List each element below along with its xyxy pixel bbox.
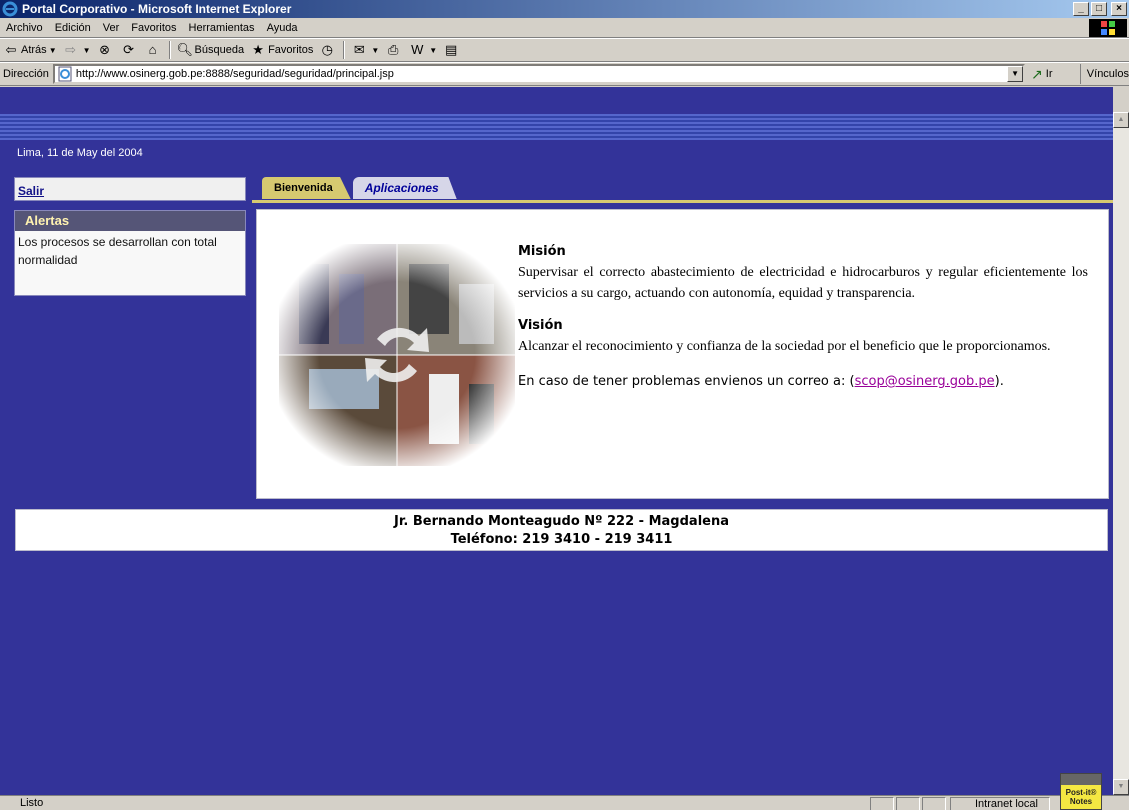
contact-suffix: ). xyxy=(994,374,1004,389)
vertical-scrollbar[interactable]: ▲ ▼ xyxy=(1113,112,1129,795)
address-input[interactable]: http://www.osinerg.gob.pe:8888/seguridad… xyxy=(52,64,1026,84)
back-button[interactable]: ⇦ Atrás ▼ xyxy=(0,39,60,61)
print-button[interactable]: ⎙ xyxy=(382,39,406,61)
window-title-bar: Portal Corporativo - Microsoft Internet … xyxy=(0,0,1129,18)
browser-toolbar: ⇦ Atrás ▼ ⇨ ▼ ⊗ ⟳ ⌂ 🔍︎ Búsqueda ★ Favori… xyxy=(0,38,1129,62)
zone-label: Intranet local xyxy=(975,798,1038,810)
tab-aplicaciones[interactable]: Aplicaciones xyxy=(352,177,457,199)
go-label: Ir xyxy=(1045,68,1053,80)
collage-photo xyxy=(279,244,515,466)
alerts-text: Los procesos se desarrollan con total no… xyxy=(18,235,217,267)
mission-title: Misión xyxy=(518,244,566,259)
toolbar-separator xyxy=(343,41,346,59)
footer-phone: Teléfono: 219 3410 - 219 3411 xyxy=(450,532,673,547)
status-pane xyxy=(922,797,946,810)
links-button[interactable]: Vínculos » xyxy=(1079,64,1129,100)
mail-icon: ✉ xyxy=(353,42,365,57)
contact-line: En caso de tener problemas envienos un c… xyxy=(518,371,1088,392)
favorites-button[interactable]: ★ Favoritos xyxy=(247,39,316,61)
security-zone: Intranet local xyxy=(950,797,1050,810)
tab-underline xyxy=(252,200,1113,203)
scroll-up-button[interactable]: ▲ xyxy=(1113,112,1129,128)
word-icon: W xyxy=(411,42,424,57)
postit-label: Post-it® Notes xyxy=(1065,788,1097,806)
welcome-panel: Misión Supervisar el correcto abastecimi… xyxy=(256,209,1109,499)
toolbar-separator xyxy=(168,41,171,59)
refresh-button[interactable]: ⟳ xyxy=(118,39,142,61)
date-text: Lima, 11 de May del 2004 xyxy=(17,147,143,159)
menu-archivo[interactable]: Archivo xyxy=(0,22,49,34)
status-pane xyxy=(870,797,894,810)
home-icon: ⌂ xyxy=(148,42,157,57)
back-label: Atrás xyxy=(21,44,47,56)
chevron-down-icon: ▼ xyxy=(371,45,380,55)
search-button[interactable]: 🔍︎ Búsqueda xyxy=(174,39,248,61)
minimize-button[interactable]: _ xyxy=(1073,2,1089,16)
ie-logo-icon xyxy=(2,1,18,17)
postit-notes-icon[interactable]: Post-it® Notes xyxy=(1060,773,1102,810)
status-text: Listo xyxy=(20,797,44,809)
links-label: Vínculos xyxy=(1086,68,1129,80)
search-label: Búsqueda xyxy=(194,44,245,56)
vision-text: Alcanzar el reconocimiento y confianza d… xyxy=(518,339,1051,354)
maximize-button[interactable]: □ xyxy=(1091,2,1107,16)
chevron-down-icon: ▼ xyxy=(48,45,57,55)
print-icon: ⎙ xyxy=(388,42,399,57)
forward-arrow-icon: ⇨ xyxy=(65,42,77,57)
alerts-panel: Alertas Los procesos se desarrollan con … xyxy=(14,210,246,296)
stop-button[interactable]: ⊗ xyxy=(94,39,118,61)
tab-bar: Bienvenida Aplicaciones xyxy=(262,177,459,201)
menu-ayuda[interactable]: Ayuda xyxy=(261,22,304,34)
scroll-down-button[interactable]: ▼ xyxy=(1113,779,1129,795)
forward-button[interactable]: ⇨ ▼ xyxy=(60,39,94,61)
favorites-icon: ★ xyxy=(252,42,264,57)
page-icon xyxy=(58,66,72,82)
refresh-icon: ⟳ xyxy=(123,42,134,57)
menu-bar: Archivo Edición Ver Favoritos Herramient… xyxy=(0,18,1129,38)
contact-prefix: En caso de tener problemas envienos un c… xyxy=(518,374,855,389)
windows-logo-icon xyxy=(1089,19,1127,37)
document-icon: ▤ xyxy=(445,42,458,57)
chevron-down-icon: ▼ xyxy=(429,45,438,55)
home-button[interactable]: ⌂ xyxy=(142,39,166,61)
edit-button[interactable]: W ▼ xyxy=(406,39,440,61)
footer-address: Jr. Bernando Monteagudo Nº 222 - Magdale… xyxy=(393,514,729,529)
mission-text: Supervisar el correcto abastecimiento de… xyxy=(518,265,1088,301)
address-url: http://www.osinerg.gob.pe:8888/seguridad… xyxy=(75,68,394,80)
status-pane xyxy=(896,797,920,810)
contact-email-link[interactable]: scop@osinerg.gob.pe xyxy=(855,374,995,389)
logout-box: Salir xyxy=(14,177,246,201)
page-content: Lima, 11 de May del 2004 Salir Alertas L… xyxy=(0,87,1113,795)
menu-favoritos[interactable]: Favoritos xyxy=(125,22,182,34)
back-arrow-icon: ⇦ xyxy=(5,42,17,57)
stop-icon: ⊗ xyxy=(99,42,110,57)
address-dropdown-button[interactable]: ▼ xyxy=(1007,66,1024,82)
search-icon: 🔍︎ xyxy=(176,42,194,57)
postit-top xyxy=(1061,774,1101,785)
go-button[interactable]: ↗ Ir xyxy=(1025,66,1080,83)
status-bar: Listo Intranet local xyxy=(0,795,1129,810)
close-button[interactable]: × xyxy=(1111,2,1127,16)
history-button[interactable]: ◷ xyxy=(316,39,340,61)
address-label: Dirección xyxy=(3,68,49,80)
history-icon: ◷ xyxy=(321,42,333,57)
tab-bienvenida[interactable]: Bienvenida xyxy=(262,177,351,199)
vision-title: Visión xyxy=(518,318,563,333)
discuss-button[interactable]: ▤ xyxy=(440,39,464,61)
address-bar: Dirección http://www.osinerg.gob.pe:8888… xyxy=(0,62,1129,100)
favorites-label: Favoritos xyxy=(268,44,314,56)
go-arrow-icon: ↗ xyxy=(1031,65,1043,82)
menu-herramientas[interactable]: Herramientas xyxy=(183,22,261,34)
window-title: Portal Corporativo - Microsoft Internet … xyxy=(22,2,292,16)
alerts-title: Alertas xyxy=(15,211,245,231)
mail-button[interactable]: ✉ ▼ xyxy=(348,39,382,61)
logout-link[interactable]: Salir xyxy=(18,184,44,198)
menu-ver[interactable]: Ver xyxy=(97,22,126,34)
header-banner xyxy=(0,114,1113,140)
chevron-down-icon: ▼ xyxy=(82,45,91,55)
footer: Jr. Bernando Monteagudo Nº 222 - Magdale… xyxy=(15,509,1108,551)
mission-vision-text: Misión Supervisar el correcto abastecimi… xyxy=(518,244,1088,406)
menu-edicion[interactable]: Edición xyxy=(49,22,97,34)
